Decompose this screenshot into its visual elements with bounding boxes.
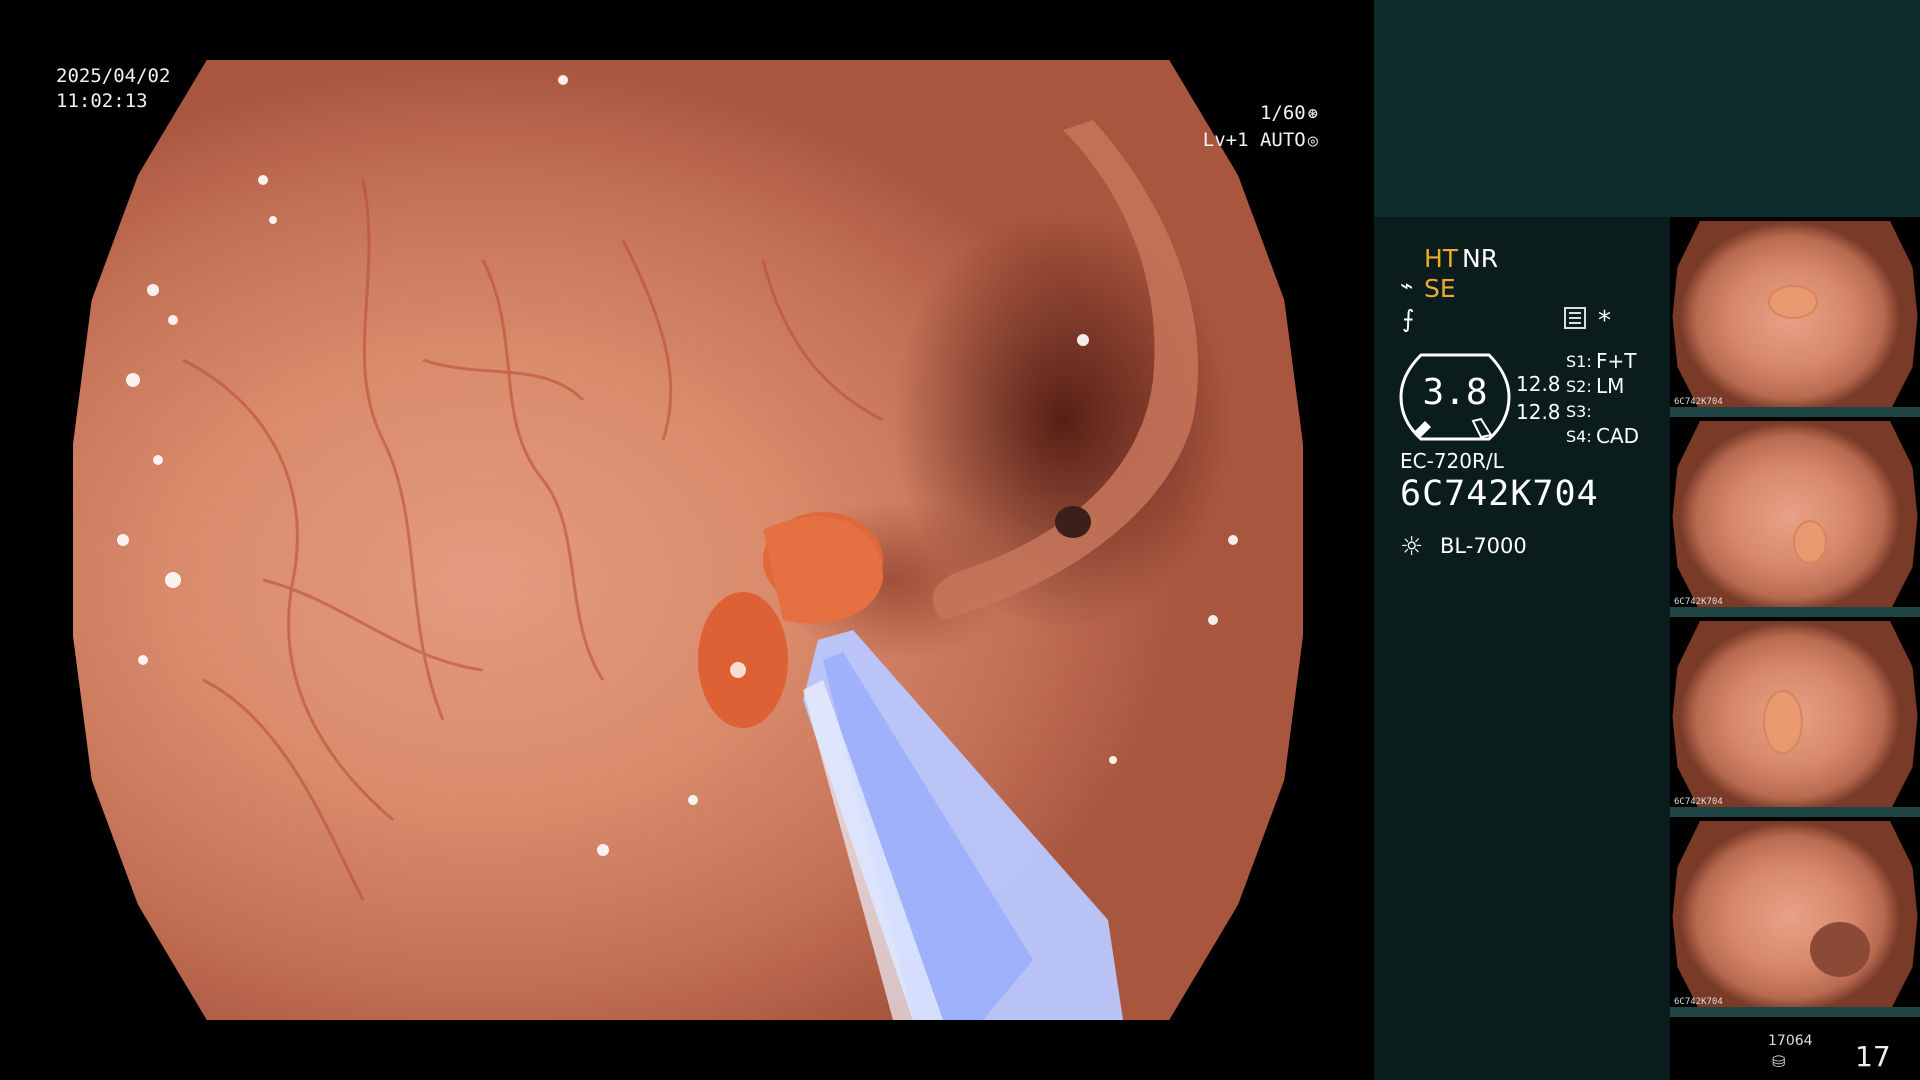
image-counter-small: 17064 [1768,1033,1813,1049]
capture-thumbnail[interactable]: 6C742K704 [1670,417,1920,617]
injection-catheter [803,630,1123,1020]
measure-value-b: 12.8 [1516,400,1561,424]
thumbnail-lesion [1795,522,1825,562]
capture-thumbnail[interactable]: 6C742K704 [1670,217,1920,417]
endoscope-view [73,60,1303,1020]
thumbnail-lumen [1810,922,1870,977]
se-indicator: SE [1424,274,1456,303]
menu-icon[interactable] [1564,307,1586,329]
image-counter: 17 [1855,1040,1891,1073]
thumbnail-lesion [1770,287,1816,317]
level-text: Lv+1 AUTO [1202,129,1306,151]
shutter-text: 1/60 [1259,102,1306,124]
thumbnail-serial: 6C742K704 [1674,397,1723,407]
shutter-speed: 1/60 ⊛ [1260,100,1318,127]
info-panel [1374,217,1670,1080]
scope-model: EC-720R/L [1400,449,1504,473]
thumbnail-bar [1670,807,1920,817]
lumen-spot [1055,506,1091,538]
thumbnail-serial: 6C742K704 [1674,797,1723,807]
shutter-icon: ⊛ [1307,104,1318,124]
s4-value: CAD [1596,424,1640,448]
s4-label: S4: [1566,427,1592,446]
s3-label: S3: [1566,402,1592,421]
thumbnail-bar [1670,407,1920,417]
s2-label: S2: [1566,377,1592,396]
light-source-icon: ☼ [1400,532,1424,562]
brightness-level: Lv+1 AUTO ◎ [1203,127,1318,154]
thumbnail-serial: 6C742K704 [1674,997,1723,1007]
mucosal-fold [932,120,1199,620]
preview-area [1374,0,1920,217]
structure-enhance-icon: ⌁ [1400,274,1414,299]
thumbnail-serial: 6C742K704 [1674,597,1723,607]
ht-indicator: HT [1424,244,1459,273]
measure-value-a: 12.8 [1516,372,1561,396]
capture-thumbnail[interactable]: 6C742K704 [1670,817,1920,1017]
filter-icon: ⨍ [1402,305,1415,333]
star-indicator: * [1598,306,1611,336]
thumbnail-image [1672,221,1918,411]
s1-label: S1: [1566,352,1592,371]
thumbnail-lesion [1765,692,1801,752]
time-text: 11:02:13 [56,90,148,112]
thumbnail-bar [1670,1007,1920,1017]
scope-serial: 6C742K704 [1400,474,1599,514]
thumbnail-bar [1670,607,1920,617]
light-source-model: BL-7000 [1440,534,1527,558]
date-text: 2025/04/02 [56,65,171,87]
thumbnail-image [1672,821,1918,1011]
storage-icon: ⛁ [1772,1052,1786,1071]
s2-value: LM [1596,374,1625,398]
nr-indicator: NR [1462,244,1499,273]
auto-iris-icon: ◎ [1307,131,1318,151]
capture-thumbnail[interactable]: 6C742K704 [1670,617,1920,817]
gauge-value: 3.8 [1422,372,1488,413]
s1-value: F+T [1596,349,1637,373]
endoscope-image [117,75,1238,1020]
thumbnail-image [1672,421,1918,611]
